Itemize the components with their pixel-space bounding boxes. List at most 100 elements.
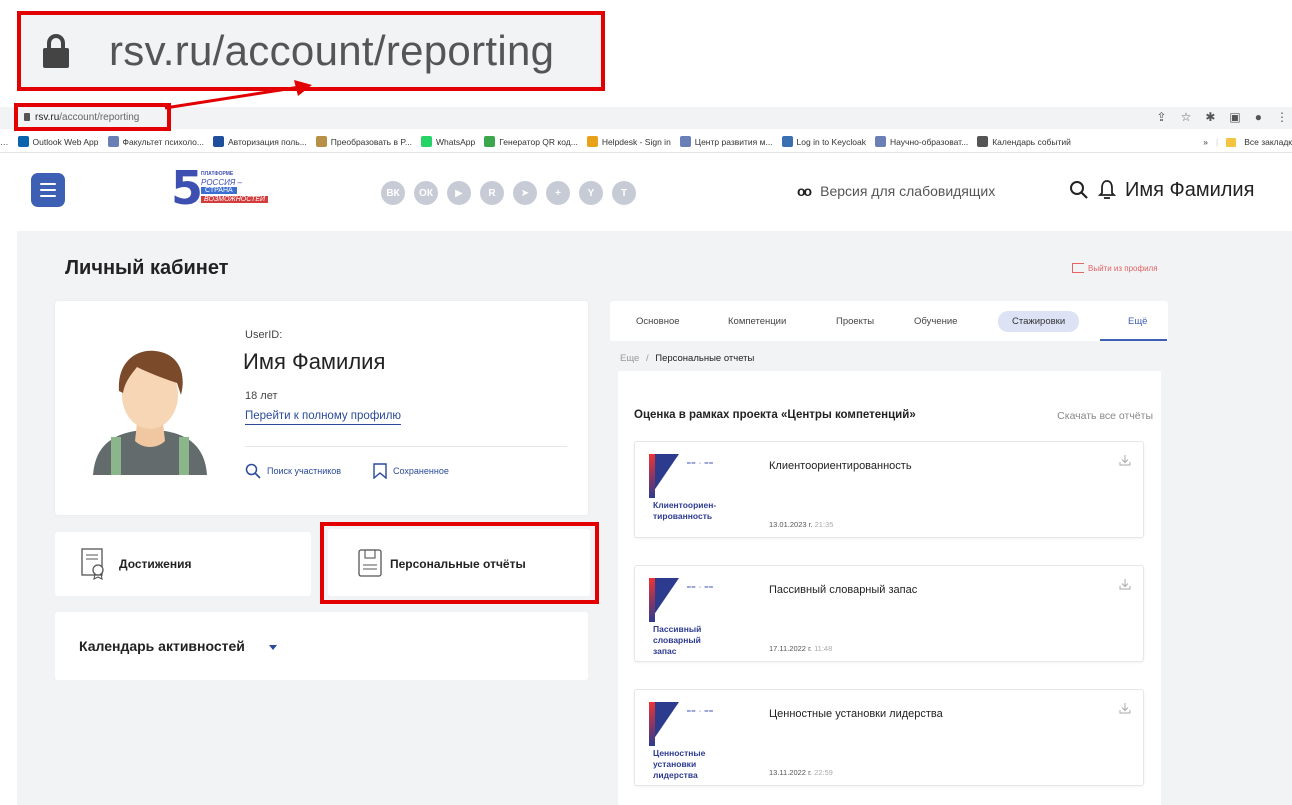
bookmark-item[interactable]: Научно-образоват... xyxy=(875,136,968,147)
tab-internships[interactable]: Стажировки xyxy=(998,311,1080,332)
kebab-menu-icon[interactable]: ⋮ xyxy=(1276,110,1288,124)
download-all-link[interactable]: Скачать все отчёты xyxy=(1057,410,1153,422)
tab-competencies[interactable]: Компетенции xyxy=(714,311,800,332)
t-social-icon[interactable]: T xyxy=(612,181,636,205)
report-card[interactable]: ━━ ◦ ━━ Клиентоориен- тированность Клиенто… xyxy=(634,441,1144,538)
report-thumbnail: ━━ ◦ ━━ Ценностные установки лидерства xyxy=(649,702,759,782)
m-icon xyxy=(212,136,224,147)
active-tab-indicator xyxy=(1100,339,1167,341)
report-date: 13.11.2022 г. 22:59 xyxy=(769,768,833,777)
profile-name: Имя Фамилия xyxy=(243,349,386,374)
download-icon[interactable] xyxy=(1119,578,1131,590)
tab-more[interactable]: Ещё xyxy=(1114,311,1161,332)
separator: | xyxy=(1215,137,1219,147)
share-icon[interactable]: ⇪ xyxy=(1157,110,1167,124)
bookmark-item[interactable]: WhatsApp xyxy=(421,136,475,147)
achievements-label: Достижения xyxy=(119,557,192,571)
saved-button[interactable]: Сохраненное xyxy=(373,463,449,479)
university-icon xyxy=(107,136,119,147)
breadcrumb-separator: / xyxy=(645,353,649,364)
bookmark-item[interactable]: Outlook Web App xyxy=(17,136,99,147)
star-icon[interactable]: ☆ xyxy=(1181,110,1192,124)
folder-icon xyxy=(1226,137,1237,147)
browser-address-bar xyxy=(0,107,1292,129)
logout-link[interactable]: Выйти из профиля xyxy=(1072,263,1158,273)
accessibility-label: Версия для слабовидящих xyxy=(820,183,996,199)
bookmark-item[interactable]: Авторизация поль... xyxy=(212,136,307,147)
profile-age: 18 лет xyxy=(245,390,278,402)
search-icon[interactable] xyxy=(1069,180,1089,200)
accessibility-version-link[interactable]: ᴏᴏ Версия для слабовидящих xyxy=(797,183,995,199)
tab-main[interactable]: Основное xyxy=(622,311,694,332)
address-url-field[interactable]: rsv.ru/account/reporting xyxy=(14,103,171,131)
platform-logo[interactable]: 5 ПЛАТФОРМЕ РОССИЯ – СТРАНА ВОЗМОЖНОСТЕЙ xyxy=(171,165,268,211)
full-profile-link[interactable]: Перейти к полному профилю xyxy=(245,410,402,425)
search-icon xyxy=(245,463,261,479)
report-thumbnail-logo: ━━ ◦ ━━ xyxy=(687,585,714,591)
bell-icon[interactable] xyxy=(1097,179,1117,201)
whatsapp-icon xyxy=(421,136,433,147)
profile-tabs: Основное Компетенции Проекты Обучение Ст… xyxy=(610,301,1168,341)
profile-icon[interactable]: ● xyxy=(1255,110,1262,124)
report-title: Пассивный словарный запас xyxy=(769,584,918,596)
report-card[interactable]: ━━ ◦ ━━ Ценностные установки лидерства Цен… xyxy=(634,689,1144,786)
report-date: 13.01.2023 г. 21:35 xyxy=(769,520,834,529)
header-user-name[interactable]: Имя Фамилия xyxy=(1125,179,1254,202)
plus-social-icon[interactable]: + xyxy=(546,181,570,205)
outlook-icon xyxy=(17,136,29,147)
report-thumbnail-logo: ━━ ◦ ━━ xyxy=(687,709,714,715)
hamburger-menu-button[interactable] xyxy=(31,173,65,207)
tab-projects[interactable]: Проекты xyxy=(822,311,888,332)
profile-card: UserID: Имя Фамилия 18 лет Перейти к пол… xyxy=(55,301,588,515)
helpdesk-icon xyxy=(586,136,598,147)
globe-icon xyxy=(977,136,989,147)
url-host: rsv.ru xyxy=(35,111,60,123)
bookmark-item[interactable]: Генератор QR код... xyxy=(484,136,578,147)
bookmark-item[interactable]: Центр развития м... xyxy=(679,136,773,147)
pdf-icon xyxy=(315,136,327,147)
download-icon[interactable] xyxy=(1119,454,1131,466)
achievements-tile[interactable]: Достижения xyxy=(55,532,311,596)
bookmark-item[interactable]: Helpdesk - Sign in xyxy=(586,136,671,147)
highlight-box xyxy=(320,522,599,604)
report-thumbnail-label: Пассивный словарный запас xyxy=(653,624,702,656)
glasses-icon: ᴏᴏ xyxy=(797,183,812,199)
lock-icon xyxy=(24,113,30,121)
bookmarks-overflow-button[interactable]: » xyxy=(1203,137,1208,147)
download-icon[interactable] xyxy=(1119,702,1131,714)
page-title: Личный кабинет xyxy=(65,257,229,279)
lock-icon xyxy=(43,34,69,68)
report-thumbnail-logo: ━━ ◦ ━━ xyxy=(687,461,714,467)
all-bookmarks-link[interactable]: Все закладк xyxy=(1244,137,1292,147)
activity-calendar-tile[interactable]: Календарь активностей xyxy=(55,612,588,680)
report-card[interactable]: ━━ ◦ ━━ Пассивный словарный запас Пассивны… xyxy=(634,565,1144,662)
bookmark-item[interactable]: … xyxy=(0,137,9,147)
sidepanel-icon[interactable]: ▣ xyxy=(1229,110,1240,124)
bookmark-item[interactable]: Факультет психоло... xyxy=(107,136,204,147)
rt-social-icon[interactable]: R xyxy=(480,181,504,205)
bookmark-item[interactable]: Log in to Keycloak xyxy=(781,136,866,147)
avatar xyxy=(93,350,207,475)
extensions-icon[interactable]: ✱ xyxy=(1205,110,1215,124)
browser-actions: ⇪ ☆ ✱ ▣ ● ⋮ xyxy=(1157,110,1288,124)
bookmark-item[interactable]: Календарь событий xyxy=(977,136,1071,147)
site-header: 5 ПЛАТФОРМЕ РОССИЯ – СТРАНА ВОЗМОЖНОСТЕЙ… xyxy=(17,153,1292,231)
report-thumbnail-label: Клиентоориен- тированность xyxy=(653,500,717,521)
report-title: Клиентоориентированность xyxy=(769,460,912,472)
account-content: Личный кабинет Выйти из профиля UserID: … xyxy=(17,231,1292,805)
zoomed-url-callout: rsv.ru/account/reporting xyxy=(17,11,605,91)
ok-social-icon[interactable]: ОК xyxy=(414,181,438,205)
search-participants-button[interactable]: Поиск участников xyxy=(245,463,341,479)
keycloak-icon xyxy=(781,136,793,147)
report-thumbnail: ━━ ◦ ━━ Пассивный словарный запас xyxy=(649,578,759,658)
breadcrumb-parent[interactable]: Еще xyxy=(620,353,639,364)
reports-list-card: Оценка в рамках проекта «Центры компетен… xyxy=(618,371,1161,805)
tab-learning[interactable]: Обучение xyxy=(900,311,971,332)
vk-social-icon[interactable]: ВК xyxy=(381,181,405,205)
report-thumbnail: ━━ ◦ ━━ Клиентоориен- тированность xyxy=(649,454,759,534)
yt-social-icon[interactable]: ▶ xyxy=(447,181,471,205)
tg-social-icon[interactable]: ➤ xyxy=(513,181,537,205)
breadcrumb: Еще / Персональные отчеты xyxy=(620,353,754,364)
bookmark-item[interactable]: Преобразовать в P... xyxy=(315,136,412,147)
y-social-icon[interactable]: Y xyxy=(579,181,603,205)
